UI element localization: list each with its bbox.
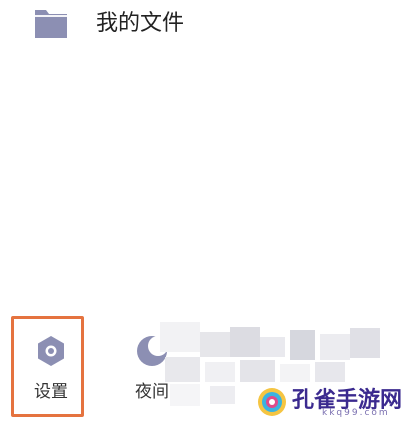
folder-icon [35,10,67,38]
watermark-subtext: kkq99.com [322,408,390,418]
my-files-label: 我的文件 [96,11,185,36]
peacock-logo-icon [258,388,286,416]
settings-highlight-box [11,316,84,417]
watermark-logo: 孔雀手游网 kkq99.com [252,378,404,426]
my-files-row[interactable]: 我的文件 [0,0,404,50]
